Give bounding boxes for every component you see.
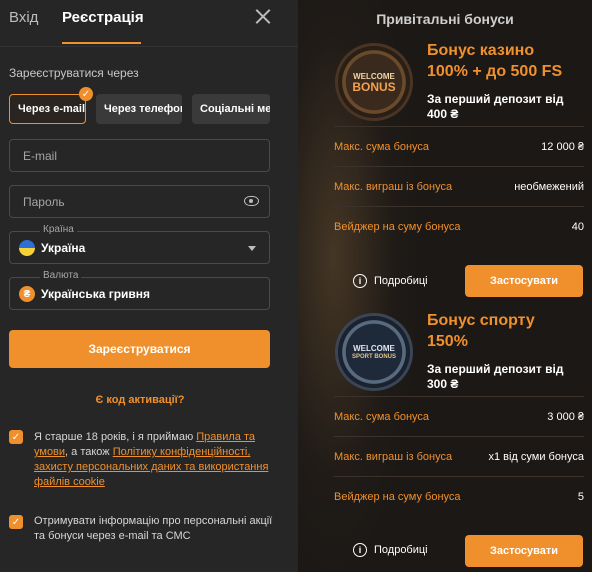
registration-panel: Вхід Реєстрація Зареєструватися через Че… bbox=[0, 0, 298, 572]
password-field[interactable] bbox=[10, 186, 269, 217]
row-key: Вейджер на суму бонуса bbox=[334, 490, 461, 503]
bonus-subtitle: За перший депозит від 300 ₴ bbox=[427, 362, 564, 391]
auth-tabs: Вхід Реєстрація bbox=[0, 0, 298, 44]
row-key: Макс. виграш із бонуса bbox=[334, 180, 453, 193]
age-terms-text: Я старше 18 років, і я приймаю Правила т… bbox=[34, 430, 274, 490]
row-value: 40 bbox=[571, 220, 584, 233]
bonus-row: Вейджер на суму бонуса 5 bbox=[334, 476, 584, 516]
email-field-wrapper bbox=[9, 139, 270, 172]
sport-bonus-badge: WELCOME SPORT BONUS bbox=[338, 316, 410, 388]
bonus-row: Макс. сума бонуса 12 000 ₴ bbox=[334, 126, 584, 166]
bonus-row: Макс. сума бонуса 3 000 ₴ bbox=[334, 396, 584, 436]
casino-bonus-badge: WELCOME BONUS bbox=[338, 46, 410, 118]
country-select[interactable]: Країна Україна bbox=[9, 224, 270, 264]
bonus-row: Макс. виграш із бонуса х1 від суми бонус… bbox=[334, 436, 584, 476]
badge-bottom-text: SPORT BONUS bbox=[351, 353, 396, 360]
divider bbox=[0, 46, 298, 47]
activation-code-link[interactable]: Є код активації? bbox=[0, 394, 280, 406]
promo-consent-checkbox[interactable]: ✓ bbox=[9, 515, 23, 529]
bonus-title-line2: 100% + до 500 FS bbox=[427, 63, 563, 80]
currency-select[interactable]: Валюта ₴ Українська гривня bbox=[9, 270, 270, 310]
password-field-wrapper bbox=[9, 185, 270, 218]
bonus-title-line1: Бонус спорту bbox=[427, 312, 535, 329]
method-social-button[interactable]: Соціальні мережі bbox=[192, 94, 270, 124]
promo-consent-text: Отримувати інформацію про персональні ак… bbox=[34, 515, 273, 542]
row-value: 3 000 ₴ bbox=[547, 410, 584, 423]
bonus-row: Вейджер на суму бонуса 40 bbox=[334, 206, 584, 246]
row-value: х1 від суми бонуса bbox=[488, 450, 584, 463]
bonuses-title: Привітальні бонуси bbox=[376, 11, 514, 27]
row-value: 12 000 ₴ bbox=[541, 140, 584, 153]
row-value: необмежений bbox=[514, 180, 584, 193]
currency-value: Українська гривня bbox=[41, 287, 151, 301]
row-key: Макс. виграш із бонуса bbox=[334, 450, 453, 463]
method-phone-button[interactable]: Через телефон bbox=[96, 94, 182, 124]
details-link[interactable]: i Подробиці bbox=[353, 543, 428, 557]
method-email-button[interactable]: Через e-mail bbox=[9, 94, 86, 124]
apply-casino-bonus-button[interactable]: Застосувати bbox=[465, 265, 583, 297]
age-terms-checkbox[interactable]: ✓ bbox=[9, 430, 23, 444]
apply-sport-bonus-button[interactable]: Застосувати bbox=[465, 535, 583, 567]
tab-register[interactable]: Реєстрація bbox=[62, 9, 144, 26]
bonus-title-line2: 150% bbox=[427, 333, 468, 350]
age-terms-prefix: Я старше 18 років, і я приймаю bbox=[34, 431, 197, 443]
details-label: Подробиці bbox=[374, 275, 428, 287]
active-tab-indicator bbox=[62, 42, 141, 44]
bonus-subtitle: За перший депозит від 400 ₴ bbox=[427, 92, 564, 121]
bonuses-panel: Привітальні бонуси WELCOME BONUS Бонус к… bbox=[298, 0, 592, 572]
checkmark-icon: ✓ bbox=[79, 87, 93, 101]
tab-login[interactable]: Вхід bbox=[9, 9, 38, 26]
register-button[interactable]: Зареєструватися bbox=[9, 330, 270, 368]
row-key: Макс. сума бонуса bbox=[334, 410, 430, 423]
age-terms-mid: , а також bbox=[65, 446, 113, 458]
bonus-row: Макс. виграш із бонуса необмежений bbox=[334, 166, 584, 206]
bonus-title-line1: Бонус казино bbox=[427, 42, 535, 59]
hryvnia-icon: ₴ bbox=[19, 286, 35, 302]
info-icon: i bbox=[353, 543, 367, 557]
country-label: Країна bbox=[40, 224, 77, 235]
details-label: Подробиці bbox=[374, 544, 428, 556]
badge-bottom-text: BONUS bbox=[352, 79, 396, 94]
email-field[interactable] bbox=[10, 140, 269, 171]
details-link[interactable]: i Подробиці bbox=[353, 274, 428, 288]
close-icon[interactable] bbox=[255, 8, 271, 24]
row-value: 5 bbox=[577, 490, 584, 503]
row-key: Макс. сума бонуса bbox=[334, 140, 430, 153]
chevron-down-icon bbox=[248, 246, 256, 251]
eye-icon[interactable] bbox=[244, 196, 259, 206]
register-via-label: Зареєструватися через bbox=[9, 66, 139, 80]
row-key: Вейджер на суму бонуса bbox=[334, 220, 461, 233]
currency-label: Валюта bbox=[40, 270, 82, 281]
country-value: Україна bbox=[41, 241, 86, 255]
badge-top-text: WELCOME bbox=[353, 343, 395, 353]
ukraine-flag-icon bbox=[19, 240, 35, 256]
info-icon: i bbox=[353, 274, 367, 288]
